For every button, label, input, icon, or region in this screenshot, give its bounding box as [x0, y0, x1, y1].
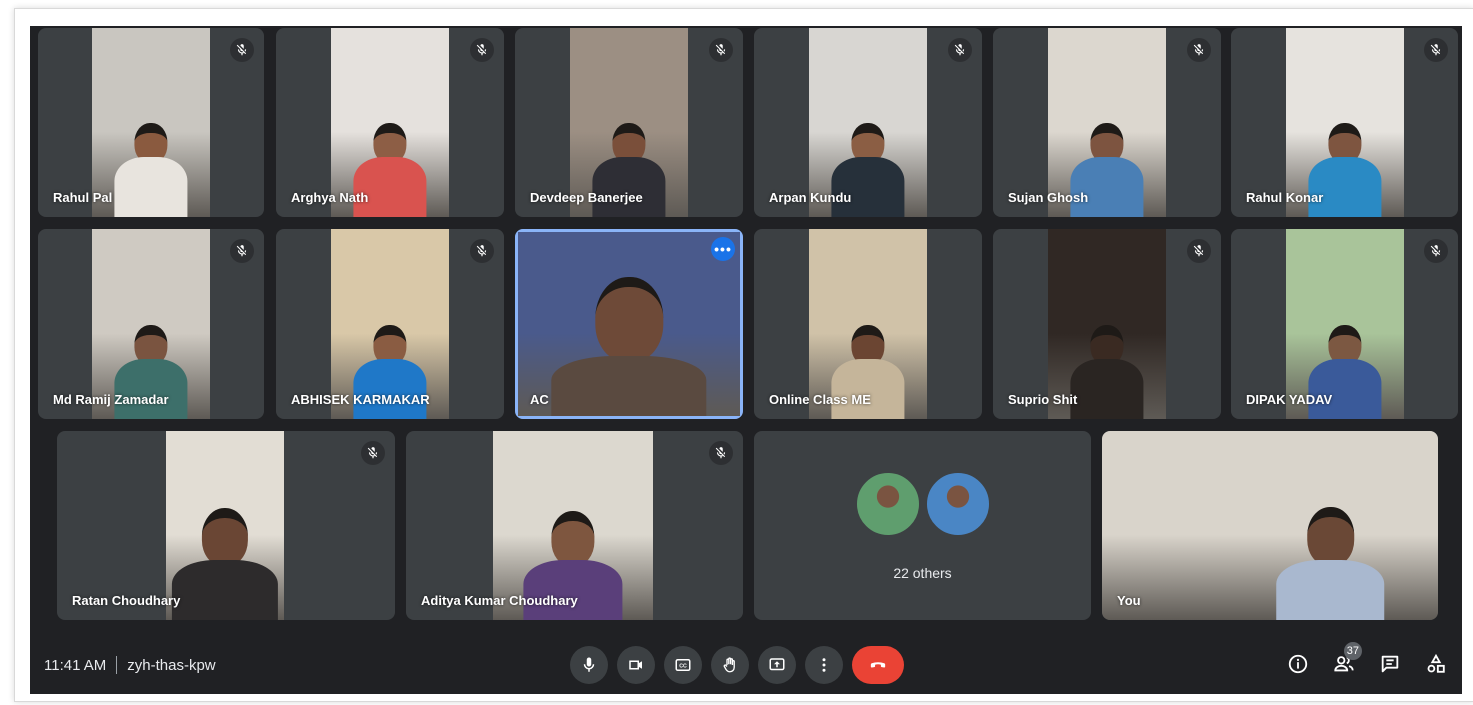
- participant-video: [1286, 229, 1404, 419]
- hand-icon: [723, 657, 735, 673]
- others-avatars: [854, 471, 991, 537]
- divider: [116, 656, 118, 674]
- participant-tile[interactable]: Md Ramij Zamadar: [38, 229, 264, 419]
- activities-icon: [1427, 653, 1445, 673]
- raise-hand-button[interactable]: [711, 646, 749, 684]
- camera-button[interactable]: [617, 646, 655, 684]
- participant-name: Rahul Pal: [53, 190, 113, 205]
- participant-video: [92, 229, 210, 419]
- mic-off-icon: [948, 38, 972, 62]
- participant-name: Devdeep Banerjee: [530, 190, 643, 205]
- participant-video: [809, 28, 927, 217]
- participant-tile[interactable]: Rahul Konar: [1231, 28, 1458, 217]
- call-controls: CC: [570, 646, 904, 684]
- participant-name: Online Class ME: [769, 392, 871, 407]
- more-options-icon[interactable]: •••: [711, 237, 735, 261]
- participant-tile[interactable]: Suprio Shit: [993, 229, 1221, 419]
- mic-off-icon: [361, 441, 385, 465]
- meet-stage: Rahul Pal Arghya Nath Devdeep Banerjee A…: [30, 26, 1462, 694]
- side-controls: 37: [1286, 642, 1448, 676]
- participant-name: Arpan Kundu: [769, 190, 852, 205]
- participant-figure: [114, 122, 188, 217]
- mic-icon: [583, 657, 595, 672]
- participant-tile[interactable]: DIPAK YADAV: [1231, 229, 1458, 419]
- mic-off-icon: [230, 38, 254, 62]
- participant-name: Rahul Konar: [1246, 190, 1324, 205]
- mic-off-icon: [470, 38, 494, 62]
- participant-tile[interactable]: ABHISEK KARMAKAR: [276, 229, 504, 419]
- participant-figure: [171, 507, 279, 620]
- mic-off-icon: [470, 239, 494, 263]
- participant-name: Arghya Nath: [291, 190, 369, 205]
- participant-tile[interactable]: Aditya Kumar Choudhary: [406, 431, 743, 620]
- participant-name: Ratan Choudhary: [72, 593, 181, 608]
- captions-icon: CC: [675, 659, 691, 671]
- participant-name: ABHISEK KARMAKAR: [291, 392, 430, 407]
- participant-video: [1048, 28, 1166, 217]
- participant-count-badge: 37: [1343, 642, 1362, 660]
- participant-tile[interactable]: Arpan Kundu: [754, 28, 982, 217]
- captions-button[interactable]: CC: [664, 646, 702, 684]
- participant-tile[interactable]: Sujan Ghosh: [993, 28, 1221, 217]
- svg-text:CC: CC: [679, 664, 687, 670]
- participant-tile-active[interactable]: ••• AC: [515, 229, 743, 419]
- participant-video: [331, 229, 449, 419]
- mic-off-icon: [1187, 239, 1211, 263]
- more-vert-icon: [822, 658, 826, 672]
- avatar: [854, 471, 921, 537]
- participant-name: Md Ramij Zamadar: [53, 392, 169, 407]
- participant-video: [1048, 229, 1166, 419]
- people-button[interactable]: 37: [1332, 642, 1362, 676]
- participant-video: [166, 431, 284, 620]
- participant-video: [1102, 431, 1438, 620]
- participant-tile[interactable]: Ratan Choudhary: [57, 431, 395, 620]
- leave-call-button[interactable]: [852, 646, 904, 684]
- meeting-time: 11:41 AM: [44, 656, 107, 674]
- chat-icon: [1381, 655, 1399, 673]
- activities-button[interactable]: [1424, 652, 1448, 676]
- participant-name: Suprio Shit: [1008, 392, 1078, 407]
- others-count-label: 22 others: [893, 565, 952, 581]
- participant-video: [92, 28, 210, 217]
- participant-name: Sujan Ghosh: [1008, 190, 1089, 205]
- mic-off-icon: [709, 441, 733, 465]
- participant-video: [1286, 28, 1404, 217]
- mic-off-icon: [1187, 38, 1211, 62]
- participant-figure: [1276, 506, 1385, 620]
- participant-name: AC: [530, 392, 549, 407]
- participant-name: You: [1117, 593, 1141, 608]
- participant-video: [809, 229, 927, 419]
- bottom-bar: 11:41 AM zyh-thas-kpw CC 37: [30, 642, 1462, 694]
- participant-name: DIPAK YADAV: [1246, 392, 1333, 407]
- mic-off-icon: [1424, 239, 1448, 263]
- mic-off-icon: [230, 239, 254, 263]
- others-tile[interactable]: 22 others: [754, 431, 1091, 620]
- hang-up-icon: [870, 662, 886, 668]
- participant-video: [331, 28, 449, 217]
- participant-tile[interactable]: Devdeep Banerjee: [515, 28, 743, 217]
- chat-button[interactable]: [1378, 652, 1402, 676]
- info-icon: [1288, 654, 1308, 674]
- more-options-button[interactable]: [805, 646, 843, 684]
- participant-name: Aditya Kumar Choudhary: [421, 593, 578, 608]
- participant-video: [570, 28, 688, 217]
- avatar: [924, 471, 991, 537]
- mic-off-icon: [1424, 38, 1448, 62]
- participant-video: [493, 431, 653, 620]
- camera-icon: [629, 660, 642, 670]
- participant-tile[interactable]: Online Class ME: [754, 229, 982, 419]
- meeting-details-button[interactable]: [1286, 652, 1310, 676]
- participant-figure: [1070, 324, 1144, 419]
- meeting-info: 11:41 AM zyh-thas-kpw: [44, 656, 216, 674]
- present-button[interactable]: [758, 646, 796, 684]
- participant-tile[interactable]: Rahul Pal: [38, 28, 264, 217]
- self-tile[interactable]: You: [1102, 431, 1438, 620]
- present-icon: [769, 658, 785, 671]
- participant-video: [518, 232, 740, 416]
- mic-button[interactable]: [570, 646, 608, 684]
- meeting-code[interactable]: zyh-thas-kpw: [127, 657, 215, 674]
- participant-figure: [551, 276, 707, 416]
- mic-off-icon: [709, 38, 733, 62]
- participant-tile[interactable]: Arghya Nath: [276, 28, 504, 217]
